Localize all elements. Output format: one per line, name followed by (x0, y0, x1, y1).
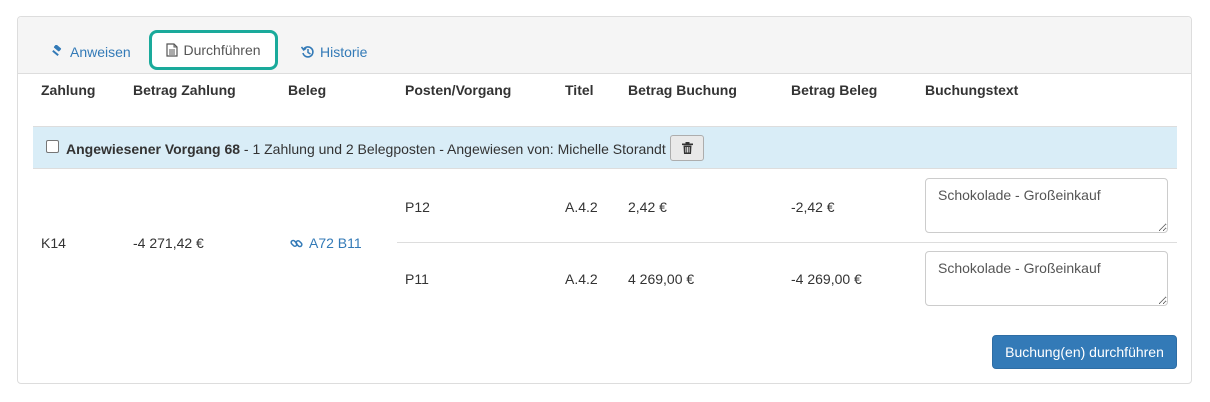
column-header-titel: Titel (565, 82, 594, 98)
column-header-posten: Posten/Vorgang (405, 82, 512, 98)
column-header-betrag-buchung: Betrag Buchung (628, 82, 737, 98)
history-icon (301, 46, 314, 58)
column-header-buchungstext: Buchungstext (925, 82, 1019, 98)
posten-cell: P11 (405, 271, 429, 287)
delete-button[interactable] (670, 135, 704, 161)
tab-anweisen-label: Anweisen (70, 44, 131, 60)
posten-cell: P12 (405, 199, 430, 215)
betrag-zahlung-cell: -4 271,42 € (133, 235, 204, 251)
beleg-link[interactable]: A72 B11 (290, 235, 362, 251)
tab-anweisen[interactable]: Anweisen (51, 36, 131, 68)
betrag-beleg-cell: -4 269,00 € (791, 271, 862, 287)
tab-durchfuehren-label: Durchführen (183, 42, 261, 58)
group-label: Angewiesener Vorgang 68 - 1 Zahlung und … (66, 141, 666, 157)
group-row: Angewiesener Vorgang 68 - 1 Zahlung und … (33, 126, 1177, 169)
document-icon (166, 43, 179, 57)
column-header-beleg: Beleg (288, 82, 327, 98)
link-icon (290, 239, 303, 247)
betrag-beleg-cell: -2,42 € (791, 199, 835, 215)
tab-bar: Anweisen Durchführen Historie (18, 17, 1191, 74)
row-divider (397, 242, 1177, 243)
trash-icon (681, 142, 693, 154)
titel-cell: A.4.2 (565, 271, 598, 287)
gavel-icon (52, 45, 62, 57)
tab-historie-label: Historie (320, 44, 368, 60)
zahlung-cell: K14 (41, 235, 66, 251)
group-checkbox[interactable] (46, 140, 59, 153)
submit-booking-button[interactable]: Buchung(en) durchführen (992, 335, 1177, 369)
column-header-betrag-beleg: Betrag Beleg (791, 82, 878, 98)
tab-historie[interactable]: Historie (301, 36, 367, 68)
betrag-buchung-cell: 2,42 € (628, 199, 667, 215)
beleg-link-label: A72 B11 (309, 235, 362, 251)
tab-durchfuehren[interactable]: Durchführen (149, 30, 278, 70)
betrag-buchung-cell: 4 269,00 € (628, 271, 695, 287)
buchungstext-input[interactable]: Schokolade - Großeinkauf (925, 178, 1168, 233)
buchungstext-input[interactable]: Schokolade - Großeinkauf (925, 251, 1168, 306)
group-title: Angewiesener Vorgang 68 (66, 141, 241, 157)
titel-cell: A.4.2 (565, 199, 598, 215)
group-details: - 1 Zahlung und 2 Belegposten - Angewies… (240, 141, 666, 157)
column-header-zahlung: Zahlung (41, 82, 96, 98)
column-header-betrag-zahlung: Betrag Zahlung (133, 82, 236, 98)
